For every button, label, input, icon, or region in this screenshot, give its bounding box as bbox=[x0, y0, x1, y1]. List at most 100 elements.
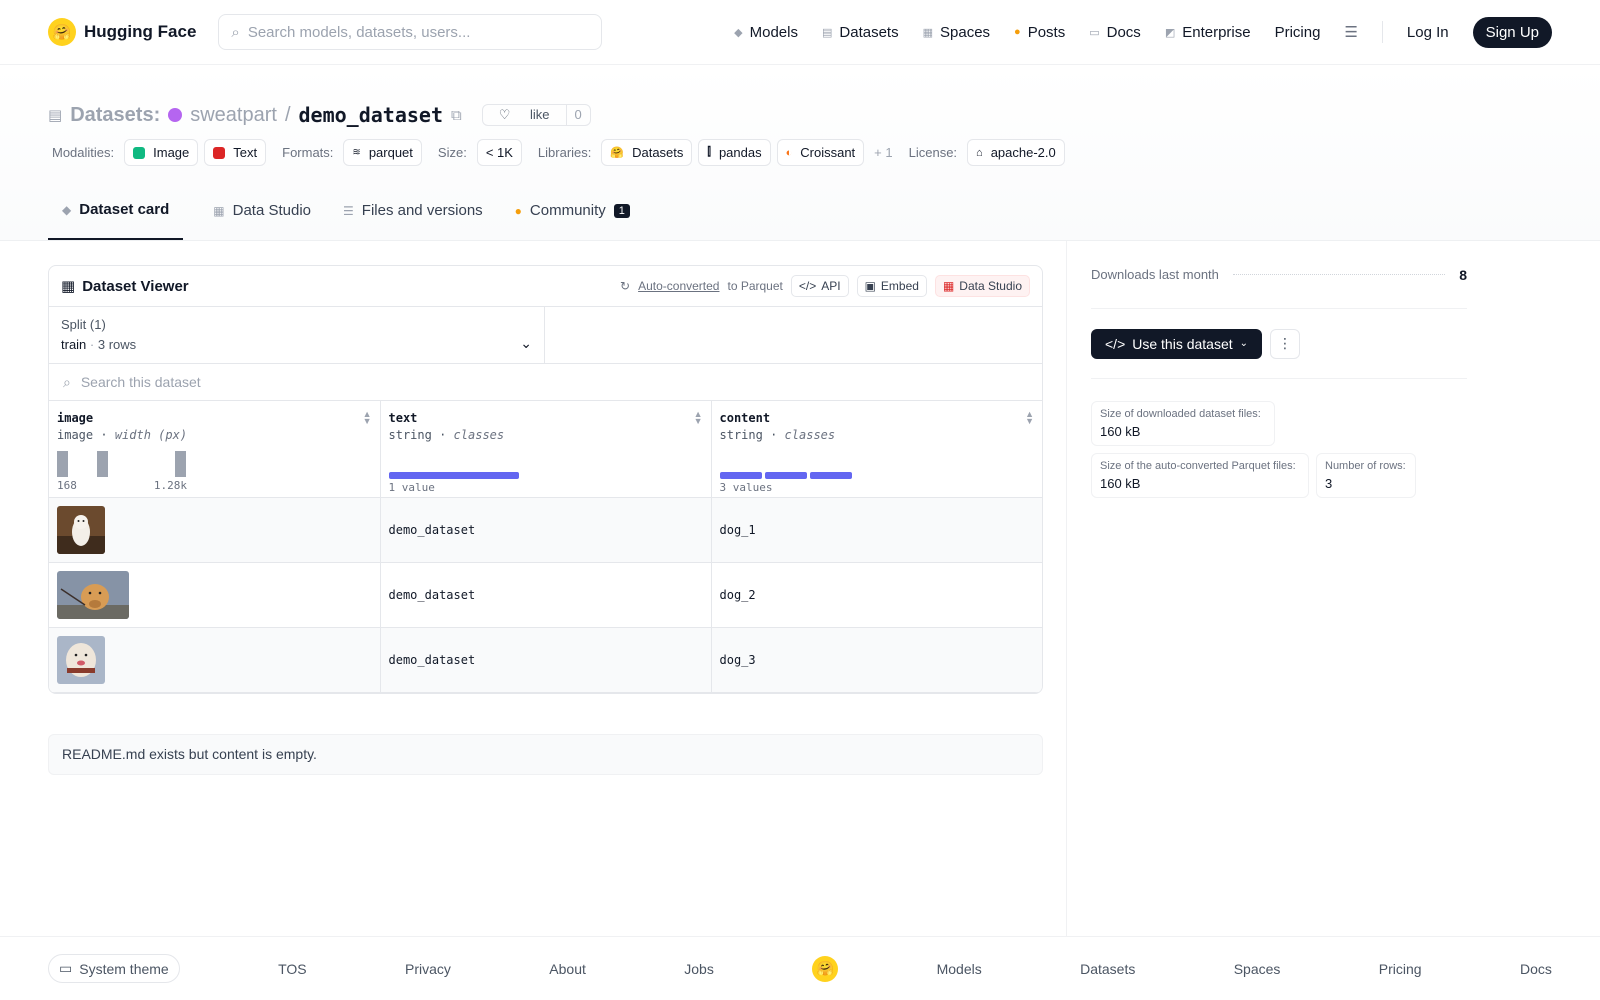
footer-link-docs[interactable]: Docs bbox=[1520, 961, 1552, 977]
class-segment[interactable] bbox=[764, 472, 807, 479]
like-button[interactable]: ♡ like 0 bbox=[481, 104, 591, 126]
column-name: text bbox=[388, 411, 418, 425]
tag-croissant[interactable]: ◐ Croissant bbox=[776, 139, 865, 166]
image-cell[interactable] bbox=[49, 497, 381, 563]
signup-button[interactable]: Sign Up bbox=[1472, 16, 1552, 48]
table-row[interactable]: demo_dataset dog_1 bbox=[49, 497, 1042, 563]
footer-link-models[interactable]: Models bbox=[937, 961, 982, 977]
tag-image[interactable]: Image bbox=[124, 139, 199, 166]
tag-pandas[interactable]: ⫿ pandas bbox=[698, 139, 771, 166]
text-cell[interactable]: demo_dataset bbox=[380, 627, 712, 693]
table-row[interactable]: demo_dataset dog_2 bbox=[49, 562, 1042, 628]
tag-text[interactable]: Text bbox=[204, 139, 267, 166]
tag-parquet-label: parquet bbox=[368, 145, 413, 160]
nav-datasets[interactable]: ▤ Datasets bbox=[822, 24, 899, 41]
more-options-icon[interactable]: ⋮ bbox=[1270, 328, 1301, 359]
nav-divider bbox=[1381, 21, 1383, 43]
text-cell[interactable]: demo_dataset bbox=[380, 497, 712, 563]
content-cell[interactable]: dog_3 bbox=[711, 627, 1042, 693]
column-type-name: string bbox=[388, 428, 432, 442]
content-cell[interactable]: dog_2 bbox=[711, 562, 1042, 628]
like-count: 0 bbox=[565, 105, 590, 125]
histogram-bar bbox=[175, 451, 186, 477]
tab-community-label: Community bbox=[529, 202, 606, 219]
tag-text-label: Text bbox=[233, 145, 258, 160]
class-segment[interactable] bbox=[809, 472, 852, 479]
footer-link-tos[interactable]: TOS bbox=[278, 961, 307, 977]
split-name: train bbox=[61, 337, 87, 352]
global-search-input[interactable]: ⌕ Search models, datasets, users... bbox=[218, 14, 603, 50]
split-value: train · 3 rows bbox=[61, 337, 532, 352]
split-selector[interactable]: Split (1) train · 3 rows ⌄ bbox=[49, 307, 545, 363]
section-label[interactable]: Datasets: bbox=[70, 104, 160, 127]
api-button-label: API bbox=[821, 279, 841, 293]
footer-link-privacy[interactable]: Privacy bbox=[405, 961, 451, 977]
more-menu-icon[interactable]: ☰ bbox=[1344, 23, 1357, 41]
tab-data-studio[interactable]: ▦ Data Studio bbox=[211, 201, 313, 240]
nav-pricing[interactable]: Pricing bbox=[1275, 24, 1321, 41]
dotted-leader bbox=[1232, 274, 1446, 275]
libraries-more[interactable]: + 1 bbox=[874, 145, 892, 160]
search-icon: ⌕ bbox=[231, 23, 240, 41]
downloads-count: 8 bbox=[1459, 266, 1467, 283]
footer-link-jobs[interactable]: Jobs bbox=[684, 961, 714, 977]
global-search-placeholder: Search models, datasets, users... bbox=[247, 23, 471, 41]
data-studio-button[interactable]: ▦ Data Studio bbox=[934, 275, 1030, 297]
class-segment[interactable] bbox=[388, 472, 519, 479]
tag-size[interactable]: < 1K bbox=[476, 139, 522, 166]
dog-image-thumbnail[interactable] bbox=[57, 635, 105, 684]
text-cell[interactable]: demo_dataset bbox=[380, 562, 712, 628]
copy-icon[interactable]: ⧉ bbox=[451, 107, 462, 124]
footer-link-datasets[interactable]: Datasets bbox=[1080, 961, 1135, 977]
image-cell[interactable] bbox=[49, 562, 381, 628]
sort-icon[interactable]: ▲ ▼ bbox=[363, 410, 372, 426]
embed-button[interactable]: ▣ Embed bbox=[856, 275, 927, 297]
column-type-sub: classes bbox=[453, 428, 505, 442]
dataset-viewer: ▦ Dataset Viewer ↻ Auto-converted to Parq… bbox=[48, 265, 1043, 694]
sort-icon[interactable]: ▲ ▼ bbox=[1025, 410, 1034, 426]
table-header-row: image image · width (px) ▲ ▼ 168 1.28k t… bbox=[49, 401, 1042, 498]
viewer-header: ▦ Dataset Viewer ↻ Auto-converted to Parq… bbox=[49, 266, 1042, 307]
theme-toggle-button[interactable]: ▭ System theme bbox=[48, 954, 180, 983]
tab-files-and-versions[interactable]: ☰ Files and versions bbox=[341, 201, 485, 240]
footer-link-about[interactable]: About bbox=[549, 961, 586, 977]
column-header-text[interactable]: text string · classes ▲ ▼ 1 value bbox=[380, 401, 712, 498]
dog-image-thumbnail[interactable] bbox=[57, 505, 105, 554]
org-link[interactable]: sweatpart bbox=[190, 104, 277, 127]
api-button[interactable]: </> API bbox=[790, 275, 849, 297]
use-this-dataset-button[interactable]: </> Use this dataset ⌄ bbox=[1091, 328, 1263, 359]
table-row[interactable]: demo_dataset dog_3 bbox=[49, 627, 1042, 693]
login-link[interactable]: Log In bbox=[1407, 24, 1449, 41]
class-segment[interactable] bbox=[719, 472, 762, 479]
book-icon: ▭ bbox=[1089, 26, 1100, 39]
column-header-content[interactable]: content string · classes ▲ ▼ 3 values bbox=[711, 401, 1042, 498]
dataset-name[interactable]: demo_dataset bbox=[299, 103, 444, 127]
tab-dataset-card-label: Dataset card bbox=[79, 201, 170, 218]
dataset-search-input[interactable]: ⌕ Search this dataset bbox=[49, 364, 1042, 401]
tag-pandas-label: pandas bbox=[718, 145, 762, 160]
sort-icon[interactable]: ▲ ▼ bbox=[694, 410, 703, 426]
auto-converted-link[interactable]: Auto-converted bbox=[638, 279, 719, 293]
content-cell[interactable]: dog_1 bbox=[711, 497, 1042, 563]
nav-docs[interactable]: ▭ Docs bbox=[1089, 24, 1141, 41]
footer-link-spaces[interactable]: Spaces bbox=[1234, 961, 1281, 977]
nav-models[interactable]: ◆ Models bbox=[734, 24, 798, 41]
nav-posts[interactable]: ● Posts bbox=[1014, 24, 1065, 41]
tab-community[interactable]: ● Community 1 bbox=[513, 201, 632, 240]
tag-license[interactable]: ⌂ apache-2.0 bbox=[967, 139, 1065, 166]
use-this-dataset-label: Use this dataset bbox=[1132, 335, 1233, 352]
nav-enterprise[interactable]: ◩ Enterprise bbox=[1165, 24, 1251, 41]
dataset-search-placeholder: Search this dataset bbox=[80, 374, 201, 390]
split-row: Split (1) train · 3 rows ⌄ bbox=[49, 307, 1042, 364]
readme-empty-notice: README.md exists but content is empty. bbox=[48, 733, 1043, 775]
nav-spaces[interactable]: ▦ Spaces bbox=[923, 24, 990, 41]
dog-image-thumbnail[interactable] bbox=[57, 570, 129, 619]
tag-parquet[interactable]: ≋ parquet bbox=[343, 139, 422, 166]
footer-link-pricing[interactable]: Pricing bbox=[1379, 961, 1422, 977]
hugging-face-emoji-icon[interactable]: 🤗 bbox=[812, 955, 839, 982]
brand-logo[interactable]: 🤗 Hugging Face bbox=[48, 18, 196, 46]
image-cell[interactable] bbox=[49, 627, 381, 693]
tag-datasets-lib[interactable]: 🤗 Datasets bbox=[601, 139, 693, 166]
column-header-image[interactable]: image image · width (px) ▲ ▼ 168 1.28k bbox=[49, 401, 381, 498]
tab-dataset-card[interactable]: ◆ Dataset card bbox=[48, 201, 184, 240]
